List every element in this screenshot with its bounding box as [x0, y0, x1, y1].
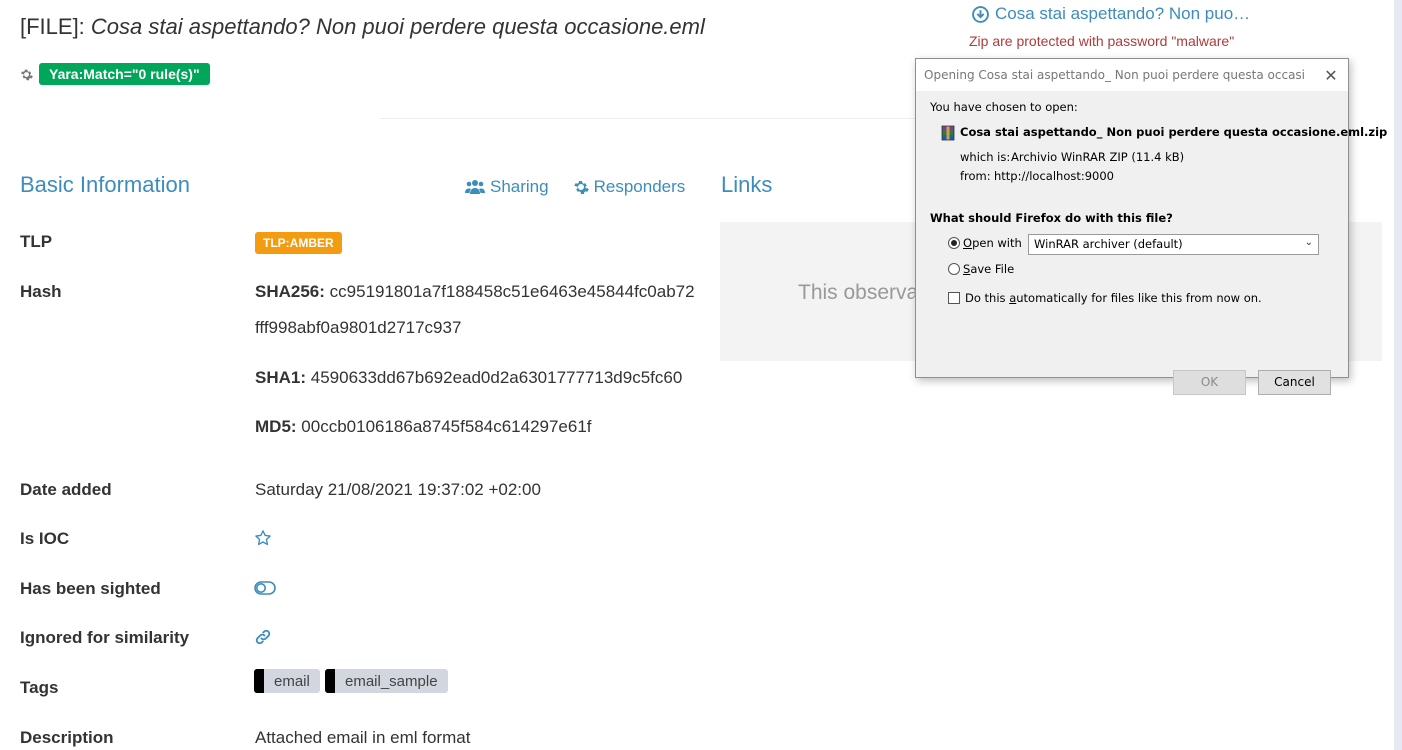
from-value: http://localhost:9000 [994, 169, 1114, 183]
toggle-off-icon[interactable] [254, 581, 276, 595]
divider [380, 118, 920, 119]
sha256-line2: fff998abf0a9801d2717c937 [255, 318, 462, 337]
star-outline-icon[interactable] [254, 529, 272, 547]
save-file-radio[interactable] [948, 263, 960, 275]
open-with-rest: pen with [972, 236, 1022, 250]
dialog-body: You have chosen to open: Cosa stai aspet… [916, 91, 1387, 395]
responders-label: Responders [593, 177, 686, 196]
gear-icon [20, 69, 33, 80]
from-label: from: [960, 169, 991, 183]
sha256-label: SHA256: [255, 282, 325, 301]
dialog-titlebar: Opening Cosa stai aspettando_ Non puoi p… [916, 59, 1348, 91]
hash-label: Hash [20, 282, 62, 301]
auto-checkbox[interactable] [948, 292, 960, 304]
firefox-open-dialog: Opening Cosa stai aspettando_ Non puoi p… [915, 58, 1387, 395]
ok-button[interactable]: OK [1173, 370, 1246, 395]
md5-label: MD5: [255, 417, 297, 436]
yara-badge[interactable]: Yara:Match="0 rule(s)" [39, 63, 210, 85]
title-prefix: [FILE]: [20, 14, 91, 39]
open-with-accesskey: O [963, 236, 973, 250]
sha256-value: SHA256: cc95191801a7f188458c51e6463e4584… [255, 282, 695, 302]
responders-button[interactable]: Responders [573, 177, 686, 197]
auto-label[interactable]: Do this automatically for files like thi… [965, 291, 1262, 305]
open-with-app: WinRAR archiver (default) [1034, 237, 1183, 251]
auto-pre: Do this [965, 291, 1010, 305]
is-ioc-label: Is IOC [20, 529, 70, 548]
download-link[interactable]: Cosa stai aspettando? Non puo… [972, 4, 1250, 24]
date-added-label: Date added [20, 480, 112, 499]
links-title: Links [721, 172, 773, 197]
basic-info-title: Basic Information [20, 172, 190, 197]
zip-password-note: Zip are protected with password "malware… [969, 33, 1235, 49]
sharing-label: Sharing [490, 177, 549, 196]
sharing-button[interactable]: Sharing [465, 177, 549, 197]
sha1-value: SHA1: 4590633dd67b692ead0d2a6301777713d9… [255, 368, 682, 388]
basic-info-actions: Sharing Responders [465, 177, 685, 197]
sighted-label: Has been sighted [20, 579, 161, 598]
tlp-label: TLP [20, 232, 53, 251]
auto-rest: utomatically for files like this from no… [1016, 291, 1262, 305]
download-link-text: Cosa stai aspettando? Non puo… [995, 4, 1251, 23]
chain-link-icon[interactable] [254, 628, 272, 646]
close-icon[interactable]: ✕ [1324, 66, 1338, 85]
download-circle-icon [972, 5, 989, 23]
report-tags: Yara:Match="0 rule(s)" [20, 63, 210, 85]
which-is-label: which is: [960, 150, 1011, 164]
tag-chip[interactable]: email [254, 669, 320, 693]
tags-label: Tags [20, 678, 59, 697]
page-scrollbar[interactable] [1394, 0, 1402, 750]
dialog-title: Opening Cosa stai aspettando_ Non puoi p… [924, 68, 1304, 82]
sha1-label: SHA1: [255, 368, 307, 387]
md5-hash: 00ccb0106186a8745f584c614297e61f [301, 417, 592, 436]
which-is-value: Archivio WinRAR ZIP (11.4 kB) [1011, 150, 1185, 164]
page-title: [FILE]: Cosa stai aspettando? Non puoi p… [20, 14, 705, 40]
title-filename: Cosa stai aspettando? Non puoi perdere q… [90, 14, 705, 39]
sha1-hash: 4590633dd67b692ead0d2a6301777713d9c5fc60 [310, 368, 683, 387]
save-rest: ave File [970, 262, 1015, 276]
open-with-app-select[interactable]: WinRAR archiver (default) ⌄ [1028, 234, 1319, 255]
winrar-archive-icon [941, 125, 955, 141]
tlp-badge: TLP:AMBER [255, 232, 342, 254]
cancel-button[interactable]: Cancel [1258, 370, 1331, 395]
dialog-filename: Cosa stai aspettando_ Non puoi perdere q… [960, 125, 1388, 139]
open-with-label[interactable]: Open with [963, 236, 1022, 250]
sha256-line1: cc95191801a7f188458c51e6463e45844fc0ab72 [329, 282, 695, 301]
ignored-label: Ignored for similarity [20, 628, 190, 647]
tag-chip[interactable]: email_sample [325, 669, 448, 693]
users-icon [465, 180, 485, 194]
dialog-question: What should Firefox do with this file? [930, 211, 1173, 225]
description-label: Description [20, 728, 114, 747]
date-added-value: Saturday 21/08/2021 19:37:02 +02:00 [255, 480, 541, 499]
links-empty-text: This observa [798, 281, 918, 304]
save-file-label[interactable]: Save File [963, 262, 1014, 276]
dialog-chosen-text: You have chosen to open: [930, 100, 1078, 114]
description-value: Attached email in eml format [255, 728, 471, 747]
open-with-radio[interactable] [948, 237, 960, 249]
gear-icon [573, 181, 589, 194]
chevron-down-icon: ⌄ [1304, 237, 1313, 248]
md5-value: MD5: 00ccb0106186a8745f584c614297e61f [255, 417, 592, 437]
